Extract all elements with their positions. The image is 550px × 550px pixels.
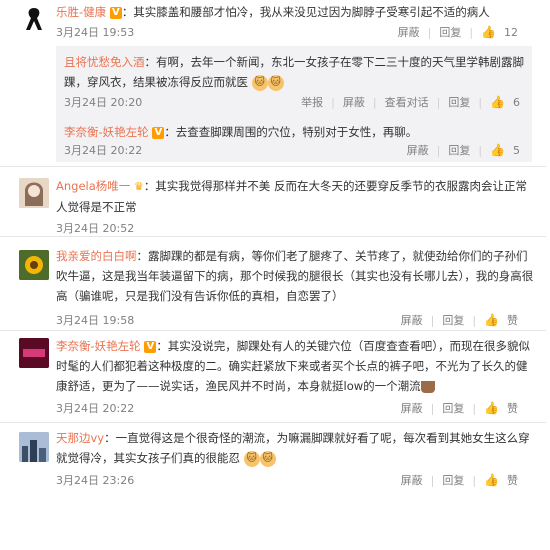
avatar[interactable] [19, 338, 49, 368]
comment-time: 3月24日 20:52 [56, 222, 135, 235]
coffee-emoji-icon [420, 380, 435, 393]
avatar[interactable] [19, 178, 49, 208]
reply-box: 且将忧愁免入酒：有啊，去年一个新闻，东北一女孩子在零下二三十度的天气里学韩剧露脚… [56, 46, 532, 162]
comment-time: 3月24日 19:53 [56, 26, 135, 39]
reply-button[interactable]: 回复 [442, 312, 464, 328]
verified-badge-icon: V [144, 340, 157, 353]
block-button[interactable]: 屏蔽 [343, 94, 365, 110]
comment-time: 3月24日 20:22 [56, 402, 135, 415]
cat-emoji-icon: 🐱 [259, 450, 276, 467]
reply-text: ：去查查脚踝周围的穴位，特别对于女性，再聊。 [164, 125, 418, 139]
reply-button[interactable]: 回复 [448, 94, 470, 110]
avatar[interactable] [19, 250, 49, 280]
view-conversation-button[interactable]: 查看对话 [385, 94, 429, 110]
like-count: 12 [504, 25, 518, 39]
reply-button[interactable]: 回复 [448, 142, 470, 158]
cat-emoji-icon: 🐱 [267, 74, 284, 91]
like-label: 赞 [507, 474, 518, 487]
cat-emoji-icon: 🐱 [243, 450, 260, 467]
block-button[interactable]: 屏蔽 [401, 312, 423, 328]
comment-list: 乐胜-健康 V ：其实膝盖和腰部才怕冷，我从来没见过因为脚脖子受寒引起不适的病人 … [0, 0, 550, 550]
reply-user[interactable]: 李奈衡-妖艳左轮 [64, 125, 149, 139]
comment-item: 李奈衡-妖艳左轮 V ：其实没说完，脚踝处有人的关键穴位（百度查查看吧），而现在很… [0, 332, 546, 423]
reply-user[interactable]: 且将忧愁免入酒 [64, 55, 145, 69]
reply-button[interactable]: 回复 [442, 400, 464, 416]
reply-button[interactable]: 回复 [442, 472, 464, 488]
like-icon[interactable]: 👍 [484, 401, 499, 415]
comment-text: ：一直觉得这是个很奇怪的潮流，为嘛漏脚踝就好看了呢，每次看到其她女生这么穿就觉得… [56, 431, 530, 465]
comment-text: ：其实膝盖和腰部才怕冷，我从来没见过因为脚脖子受寒引起不适的病人 [121, 5, 490, 19]
like-count: 6 [513, 95, 520, 109]
comment-user[interactable]: 乐胜-健康 [56, 5, 106, 19]
verified-badge-icon: V [152, 126, 165, 139]
reply-item: 且将忧愁免入酒：有啊，去年一个新闻，东北一女孩子在零下二三十度的天气里学韩剧露脚… [64, 52, 532, 92]
comment-time: 3月24日 19:58 [56, 314, 135, 327]
avatar[interactable] [19, 432, 49, 462]
block-button[interactable]: 屏蔽 [407, 142, 429, 158]
reply-time: 3月24日 20:20 [64, 96, 143, 109]
mourning-ribbon-icon [26, 8, 42, 30]
like-icon[interactable]: 👍 [484, 313, 499, 327]
block-button[interactable]: 屏蔽 [401, 472, 423, 488]
block-button[interactable]: 屏蔽 [398, 24, 420, 40]
comment-item: Angela杨唯一 ♛：其实我觉得那样并不美 反而在大冬天的还要穿反季节的衣服露… [0, 170, 546, 237]
like-icon[interactable]: 👍 [481, 25, 496, 39]
comment-user[interactable]: Angela杨唯一 [56, 179, 130, 193]
sunflower-icon [19, 250, 49, 280]
verified-badge-icon: V [109, 6, 122, 19]
like-icon[interactable]: 👍 [490, 95, 505, 109]
reply-item: 李奈衡-妖艳左轮 V ：去查查脚踝周围的穴位，特别对于女性，再聊。 [64, 122, 532, 142]
like-label: 赞 [507, 314, 518, 327]
comment-item: 我亲爱的白白啊：露脚踝的都是有病，等你们老了腿疼了、关节疼了，就使劲给你们的子孙… [0, 240, 546, 331]
comment-item: 乐胜-健康 V ：其实膝盖和腰部才怕冷，我从来没见过因为脚脖子受寒引起不适的病人 … [0, 0, 546, 167]
report-button[interactable]: 举报 [301, 94, 323, 110]
comment-user[interactable]: 天那边vy [56, 431, 104, 445]
comment-user[interactable]: 李奈衡-妖艳左轮 [56, 339, 141, 353]
comment-time: 3月24日 23:26 [56, 474, 135, 487]
user-photo-icon [19, 178, 49, 208]
comment-user[interactable]: 我亲爱的白白啊 [56, 249, 137, 263]
crown-badge-icon: ♛ [133, 179, 144, 193]
like-icon[interactable]: 👍 [490, 143, 505, 157]
reply-time: 3月24日 20:22 [64, 144, 143, 157]
like-count: 5 [513, 143, 520, 157]
reply-button[interactable]: 回复 [439, 24, 461, 40]
comment-item: 天那边vy：一直觉得这是个很奇怪的潮流，为嘛漏脚踝就好看了呢，每次看到其她女生这… [0, 424, 546, 490]
like-icon[interactable]: 👍 [484, 473, 499, 487]
block-button[interactable]: 屏蔽 [401, 400, 423, 416]
city-photo-icon [19, 432, 49, 462]
cat-emoji-icon: 🐱 [251, 74, 268, 91]
avatar[interactable] [19, 4, 49, 34]
like-label: 赞 [507, 402, 518, 415]
user-logo-icon [19, 338, 49, 368]
